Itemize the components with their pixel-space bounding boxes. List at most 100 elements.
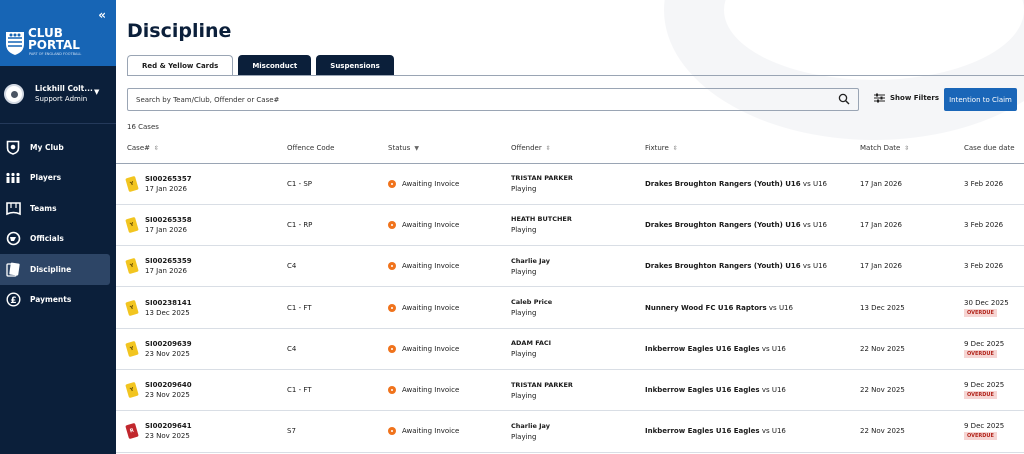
column-header-offender[interactable]: Offender ⇳ xyxy=(511,133,645,164)
fixture-away: U16 xyxy=(812,262,827,271)
table-row[interactable]: Y SI00238141 13 Dec 2025 C1 - FT Awaiting … xyxy=(116,286,1024,329)
column-header-case-due-date: Case due date xyxy=(964,133,1024,164)
fixture-away: U16 xyxy=(771,427,786,436)
case-number[interactable]: SI00265359 xyxy=(145,257,192,265)
sidebar-nav: My Club Players Teams Officials Discipli… xyxy=(0,132,116,315)
fixture-vs: vs xyxy=(802,179,811,188)
sidebar-item-players[interactable]: Players xyxy=(0,163,110,194)
fixture-home: Drakes Broughton Rangers (Youth) U16 xyxy=(645,179,801,188)
sidebar-item-my-club[interactable]: My Club xyxy=(0,132,110,163)
whistle-icon xyxy=(5,231,21,247)
due-date: 9 Dec 2025 xyxy=(964,422,1005,431)
case-date: 23 Nov 2025 xyxy=(145,349,190,358)
status-text: Awaiting Invoice xyxy=(402,386,460,395)
tab-bar: Red & Yellow Cards Misconduct Suspension… xyxy=(127,55,394,76)
sort-icon[interactable]: ⇳ xyxy=(546,145,551,152)
column-header-fixture[interactable]: Fixture ⇳ xyxy=(645,133,860,164)
search-input[interactable]: Search by Team/Club, Offender or Case# xyxy=(127,88,859,111)
user-role: Support Admin xyxy=(35,95,88,103)
intention-to-claim-button[interactable]: Intention to Claim xyxy=(944,88,1017,111)
case-number[interactable]: SI00265358 xyxy=(145,216,192,224)
players-icon xyxy=(5,170,21,186)
fixture-home: Nunnery Wood FC U16 Raptors xyxy=(645,303,767,312)
fixture-home: Drakes Broughton Rangers (Youth) U16 xyxy=(645,220,801,229)
overdue-badge: OVERDUE xyxy=(964,391,997,400)
offender-status: Playing xyxy=(511,432,537,441)
offence-code: C1 - FT xyxy=(287,369,388,412)
case-number[interactable]: SI00238141 xyxy=(145,299,192,307)
sort-icon[interactable]: ⇳ xyxy=(904,145,909,152)
table-row[interactable]: Y SI00265358 17 Jan 2026 C1 - RP Awaiting … xyxy=(116,204,1024,247)
svg-text:£: £ xyxy=(10,296,16,306)
table-header-row: Case# ⇳ Offence Code Status ▼ Offender ⇳ Fi… xyxy=(116,133,1024,164)
red-card-icon: R xyxy=(125,423,139,440)
offence-code: C4 xyxy=(287,245,388,288)
tab-red-yellow-cards[interactable]: Red & Yellow Cards xyxy=(127,55,234,76)
column-header-match-date[interactable]: Match Date ⇳ xyxy=(860,133,964,164)
status-dot-icon xyxy=(388,262,396,271)
table-row[interactable]: Y SI00209640 23 Nov 2025 C1 - FT Awaiting … xyxy=(116,369,1024,412)
show-filters-label: Show Filters xyxy=(890,94,940,102)
cases-table: Case# ⇳ Offence Code Status ▼ Offender ⇳ Fi… xyxy=(116,133,1024,453)
status-text: Awaiting Invoice xyxy=(402,179,460,188)
table-row[interactable]: Y SI00265359 17 Jan 2026 C4 Awaiting Invoi… xyxy=(116,245,1024,288)
table-row[interactable]: Y SI00265357 17 Jan 2026 C1 - SP Awaiting … xyxy=(116,163,1024,205)
yellow-card-icon: Y xyxy=(125,175,139,192)
fixture-away: U16 xyxy=(771,344,786,353)
table-row[interactable]: Y SI00209639 23 Nov 2025 C4 Awaiting Invoi… xyxy=(116,328,1024,370)
fixture-away: U16 xyxy=(778,303,793,312)
fixture-vs: vs xyxy=(761,427,770,436)
case-date: 17 Jan 2026 xyxy=(145,225,187,234)
logo-subtitle: PART OF ENGLAND FOOTBALL xyxy=(29,52,82,56)
sidebar-item-label: Players xyxy=(30,173,62,183)
user-name: Lickhill Colt... xyxy=(35,84,93,93)
logo-portal-text: PORTAL xyxy=(28,38,80,52)
case-number[interactable]: SI00265357 xyxy=(145,175,192,183)
pound-icon: £ xyxy=(5,292,21,308)
offender-name: TRISTAN PARKER xyxy=(511,174,573,183)
fixture-home: Inkberrow Eagles U16 Eagles xyxy=(645,386,760,395)
cards-icon xyxy=(5,261,21,277)
sidebar-item-label: Payments xyxy=(30,295,72,305)
sidebar-item-payments[interactable]: £ Payments xyxy=(0,285,110,316)
sidebar-item-teams[interactable]: Teams xyxy=(0,193,110,224)
club-portal-logo: « CLUB PORTAL PART OF ENGLAND FOOTBALL xyxy=(0,0,116,66)
tab-misconduct[interactable]: Misconduct xyxy=(238,55,312,76)
due-date: 3 Feb 2026 xyxy=(964,179,1004,188)
sort-desc-icon[interactable]: ▼ xyxy=(414,145,419,152)
main-content: Discipline Red & Yellow Cards Misconduct… xyxy=(116,0,1024,454)
column-header-status[interactable]: Status ▼ xyxy=(388,133,511,164)
match-date: 22 Nov 2025 xyxy=(860,410,964,453)
chevron-down-icon[interactable]: ▼ xyxy=(94,88,99,96)
case-date: 23 Nov 2025 xyxy=(145,432,190,441)
status-dot-icon xyxy=(388,386,396,395)
show-filters-button[interactable]: Show Filters xyxy=(874,93,939,103)
search-placeholder: Search by Team/Club, Offender or Case# xyxy=(136,95,280,104)
due-date: 3 Feb 2026 xyxy=(964,220,1004,229)
search-icon[interactable] xyxy=(838,93,850,105)
user-switcher[interactable]: Lickhill Colt... Support Admin ▼ xyxy=(0,76,116,124)
offender-name: HEATH BUTCHER xyxy=(511,215,572,224)
case-number[interactable]: SI00209640 xyxy=(145,381,192,389)
tab-suspensions[interactable]: Suspensions xyxy=(316,55,394,76)
fixture-vs: vs xyxy=(802,262,811,271)
sidebar-item-label: My Club xyxy=(30,142,64,152)
collapse-sidebar-icon[interactable]: « xyxy=(98,8,106,22)
case-date: 17 Jan 2026 xyxy=(145,267,187,276)
overdue-badge: OVERDUE xyxy=(964,432,997,441)
yellow-card-icon: Y xyxy=(125,340,139,357)
background-decoration xyxy=(664,0,1024,140)
sidebar-item-officials[interactable]: Officials xyxy=(0,224,110,255)
due-date: 30 Dec 2025 xyxy=(964,298,1009,307)
sidebar-item-discipline[interactable]: Discipline xyxy=(0,254,110,285)
tab-divider xyxy=(127,75,1024,76)
sort-icon[interactable]: ⇳ xyxy=(673,145,678,152)
column-header-case[interactable]: Case# ⇳ xyxy=(116,133,287,164)
due-date: 9 Dec 2025 xyxy=(964,339,1005,348)
filter-sliders-icon xyxy=(874,93,885,103)
case-number[interactable]: SI00209639 xyxy=(145,340,192,348)
table-row[interactable]: R SI00209641 23 Nov 2025 S7 Awaiting Invoi… xyxy=(116,410,1024,453)
case-number[interactable]: SI00209641 xyxy=(145,422,192,430)
sort-icon[interactable]: ⇳ xyxy=(154,145,159,152)
yellow-card-icon: Y xyxy=(125,382,139,399)
